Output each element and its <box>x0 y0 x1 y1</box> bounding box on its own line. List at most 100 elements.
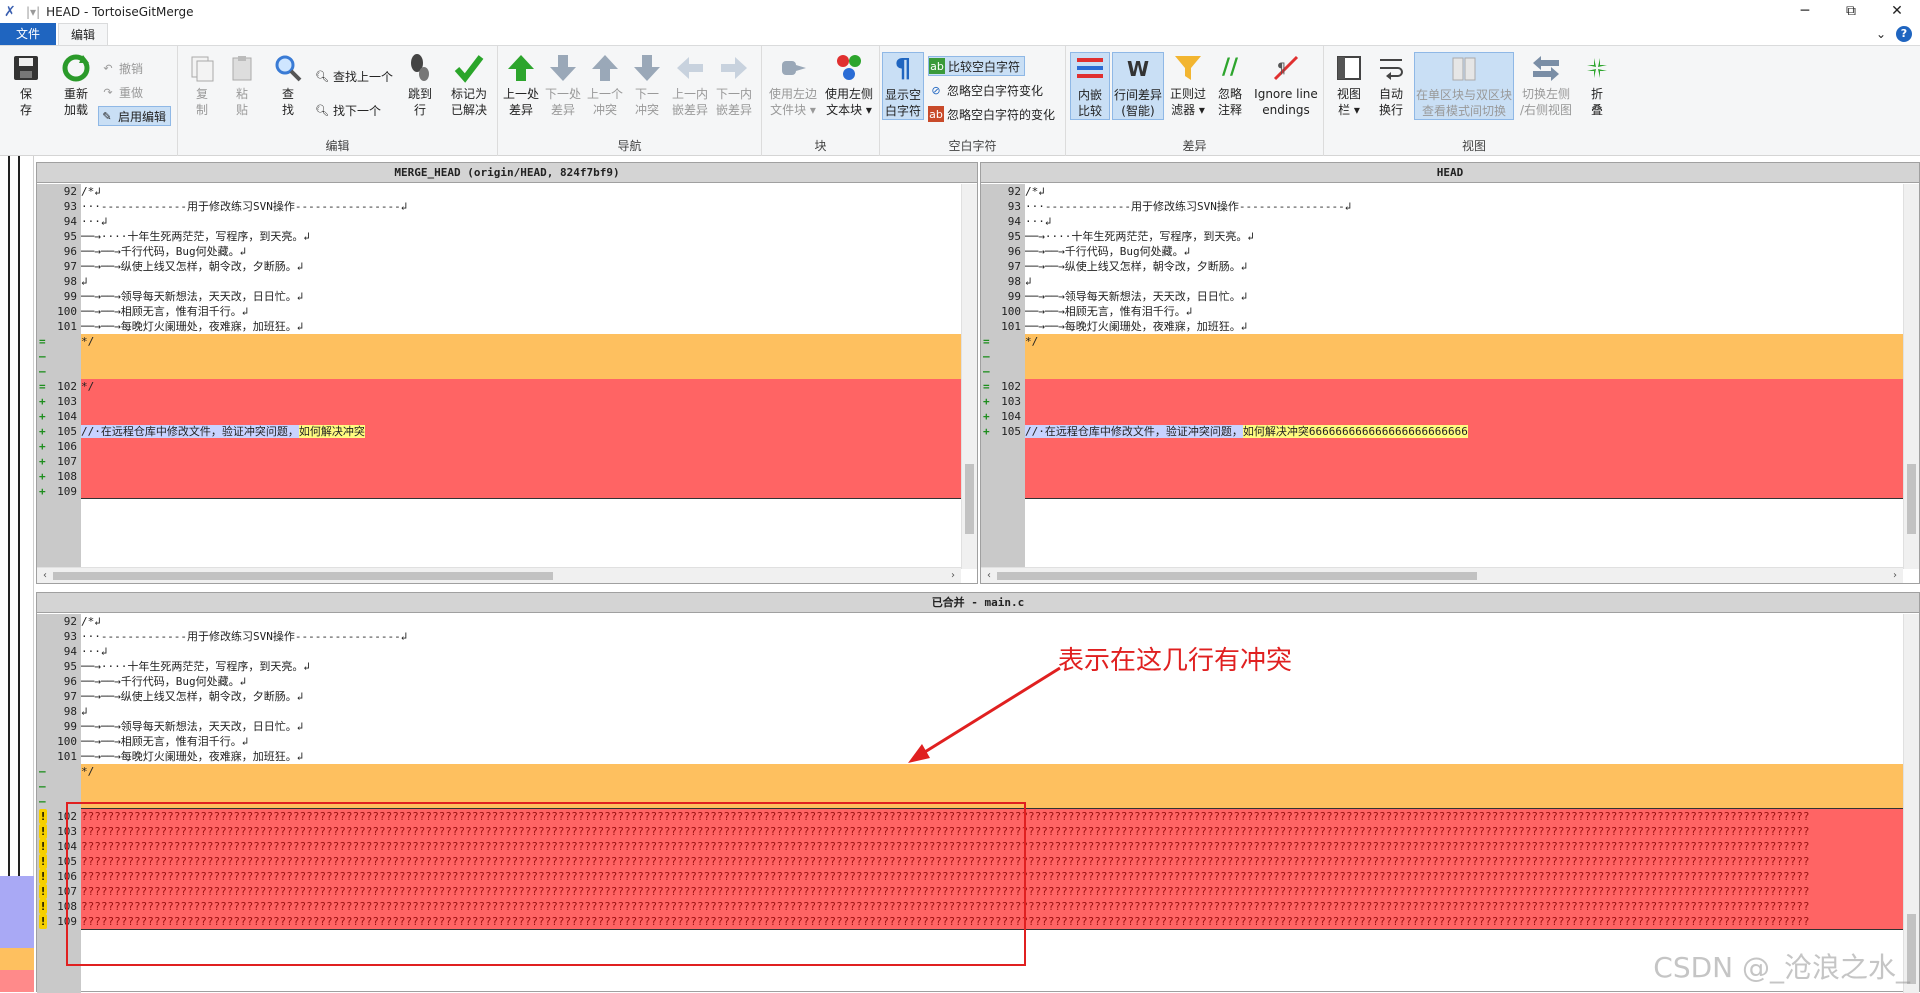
code-line: ──→──→相顾无言，惟有泪千行。↲ <box>81 734 1903 749</box>
code-line: ···↲ <box>81 644 1903 659</box>
find-button[interactable]: 查 找 <box>270 52 306 118</box>
group-label-edit: 编辑 <box>178 137 497 154</box>
copy-button[interactable]: 复 制 <box>184 52 220 118</box>
code-line: ──→──→领导每天新想法，天天改，日日忙。↲ <box>81 289 961 304</box>
ignore-ws-all-button[interactable]: ab忽略空白字符的变化 <box>928 104 1055 124</box>
paste-button[interactable]: 粘 贴 <box>224 52 260 118</box>
code-right[interactable]: /*↲ ···-------------用于修改练习SVN操作---------… <box>1025 184 1903 569</box>
pane-title-left: MERGE_HEAD (origin/HEAD, 824f7bf9) <box>37 163 977 183</box>
paste-icon <box>226 52 258 84</box>
line-diff-button[interactable]: W 行间差异 (智能) <box>1112 52 1164 120</box>
undo-button[interactable]: ↶撤销 <box>100 58 143 78</box>
use-left-text-block-button[interactable]: 使用左侧 文本块 ▾ <box>822 52 876 118</box>
vertical-scrollbar-right[interactable] <box>1903 184 1919 569</box>
app-icon: ✗ <box>4 4 20 20</box>
code-line: ──→──→每晚灯火阑珊处，夜难寐，加班狂。↲ <box>81 319 961 334</box>
save-button[interactable]: 保 存 <box>6 52 46 118</box>
find-next-button[interactable]: 🔍︎找下一个 <box>314 100 381 120</box>
group-diff: 内嵌 比较 W 行间差异 (智能) 正则过 滤器 ▾ // 忽略 注释 ¶ Ig… <box>1066 46 1324 156</box>
search-next-icon: 🔍︎ <box>314 102 330 118</box>
view-bar-button[interactable]: 视图 栏 ▾ <box>1330 52 1368 118</box>
pilcrow-icon: ¶ <box>887 53 919 85</box>
fold-button[interactable]: 折 叠 <box>1578 52 1616 118</box>
regex-filter-button[interactable]: 正则过 滤器 ▾ <box>1166 52 1210 118</box>
enable-edit-button[interactable]: ✎启用编辑 <box>98 106 171 126</box>
use-text-block-icon <box>833 52 865 84</box>
use-left-file-block-button[interactable]: 使用左边 文件块 ▾ <box>766 52 820 118</box>
compare-whitespace-button[interactable]: ab比较空白字符 <box>928 56 1025 76</box>
quick-access-dropdown[interactable]: |▾| <box>26 5 40 19</box>
close-button[interactable]: ✕ <box>1874 0 1920 24</box>
help-icon[interactable]: ? <box>1896 26 1912 42</box>
annotation-box <box>66 802 1026 966</box>
location-bar[interactable] <box>0 156 34 992</box>
reload-button[interactable]: 重新 加载 <box>52 52 100 118</box>
code-line: ···-------------用于修改练习SVN操作-------------… <box>81 199 961 214</box>
ignore-comments-button[interactable]: // 忽略 注释 <box>1210 52 1250 118</box>
vertical-scrollbar-left[interactable] <box>961 184 977 569</box>
tab-edit[interactable]: 编辑 <box>58 23 108 45</box>
menu-file[interactable]: 文件 <box>0 23 56 45</box>
code-line-added <box>1025 379 1903 424</box>
search-icon <box>272 52 304 84</box>
filter-icon <box>1172 52 1204 84</box>
auto-wrap-button[interactable]: 自动 换行 <box>1372 52 1410 118</box>
code-left[interactable]: /*↲ ···-------------用于修改练习SVN操作---------… <box>81 184 961 569</box>
group-navigation: 上一处 差异 下一处 差异 上一个 冲突 下一 冲突 上一内 嵌差异 下一内 嵌… <box>498 46 762 156</box>
warning-icon: ! <box>39 809 47 824</box>
switch-left-right-button[interactable]: 切换左侧 /右侧视图 <box>1516 52 1576 118</box>
inline-diff-button[interactable]: 内嵌 比较 <box>1070 52 1110 120</box>
mark-resolved-button[interactable]: 标记为 已解决 <box>446 52 492 118</box>
next-inline-diff-button[interactable]: 下一内 嵌差异 <box>712 52 756 118</box>
next-conflict-button[interactable]: 下一 冲突 <box>626 52 668 118</box>
warning-icon: ! <box>39 839 47 854</box>
ignore-ws-all-icon: ab <box>928 106 944 122</box>
code-line-added: */ <box>81 379 961 394</box>
arrow-right-icon <box>718 52 750 84</box>
pane-head[interactable]: HEAD 92 93 94 95 96 97 98 99 100 101 = –… <box>980 162 1920 584</box>
search-prev-icon: 🔍︎ <box>314 68 330 84</box>
warning-icon: ! <box>39 884 47 899</box>
code-line: /*↲ <box>81 614 1903 629</box>
warning-icon: ! <box>39 869 47 884</box>
ignore-line-endings-button[interactable]: ¶ Ignore line endings <box>1252 52 1320 118</box>
word-diff-icon: W <box>1122 53 1154 85</box>
watermark: CSDN @_沧浪之水_ <box>1653 946 1910 986</box>
code-line: ──→──→领导每天新想法，天天改，日日忙。↲ <box>1025 289 1903 304</box>
wrap-icon <box>1375 52 1407 84</box>
warning-icon: ! <box>39 899 47 914</box>
swap-icon <box>1530 52 1562 84</box>
prev-conflict-button[interactable]: 上一个 冲突 <box>584 52 626 118</box>
next-diff-button[interactable]: 下一处 差异 <box>542 52 584 118</box>
code-line: ──→──→相顾无言，惟有泪千行。↲ <box>1025 304 1903 319</box>
group-edit: 保 存 重新 加载 ↶撤销 ↷重做 ✎启用编辑 <box>0 46 178 156</box>
prev-diff-button[interactable]: 上一处 差异 <box>500 52 542 118</box>
code-line: ···-------------用于修改练习SVN操作-------------… <box>1025 199 1903 214</box>
ribbon-collapse-icon[interactable]: ⌄ <box>1876 27 1886 41</box>
horizontal-scrollbar-left[interactable]: ‹ › <box>37 567 961 583</box>
warning-icon: ! <box>39 914 47 929</box>
find-prev-button[interactable]: 🔍︎查找上一个 <box>314 66 393 86</box>
horizontal-scrollbar-right[interactable]: ‹ › <box>981 567 1903 583</box>
code-line: /*↲ <box>81 184 961 199</box>
code-line: ──→──→纵使上线又怎样，朝令改，夕断肠。↲ <box>1025 259 1903 274</box>
ignore-comments-icon: // <box>1214 52 1246 84</box>
line-gutter-right: 92 93 94 95 96 97 98 99 100 101 = – – =1… <box>981 184 1025 569</box>
pane-merge-head[interactable]: MERGE_HEAD (origin/HEAD, 824f7bf9) 92 93… <box>36 162 978 584</box>
checkmark-icon <box>453 52 485 84</box>
vertical-scrollbar-merged[interactable] <box>1903 614 1919 993</box>
minimize-button[interactable]: ─ <box>1782 0 1828 24</box>
redo-button[interactable]: ↷重做 <box>100 82 143 102</box>
ignore-ws-change-button[interactable]: ⊘忽略空白字符变化 <box>928 80 1043 100</box>
conflict-down-icon <box>631 52 663 84</box>
line-gutter-left: 92 93 94 95 96 97 98 99 100 101 = – – =1… <box>37 184 81 569</box>
window-title: HEAD - TortoiseGitMerge <box>46 5 193 19</box>
group-edit-2: 复 制 粘 贴 查 找 🔍︎查找上一个 🔍︎找下一个 跳到 行 标记为 已解决 … <box>178 46 498 156</box>
show-whitespace-button[interactable]: ¶ 显示空 白字符 <box>882 52 924 120</box>
maximize-button[interactable]: ⧉ <box>1828 0 1874 24</box>
prev-inline-diff-button[interactable]: 上一内 嵌差异 <box>668 52 712 118</box>
code-line: /*↲ <box>1025 184 1903 199</box>
goto-line-button[interactable]: 跳到 行 <box>400 52 440 118</box>
switch-view-mode-button[interactable]: 在单区块与双区块 查看模式间切换 <box>1414 52 1514 120</box>
ignore-ws-icon: ⊘ <box>928 82 944 98</box>
